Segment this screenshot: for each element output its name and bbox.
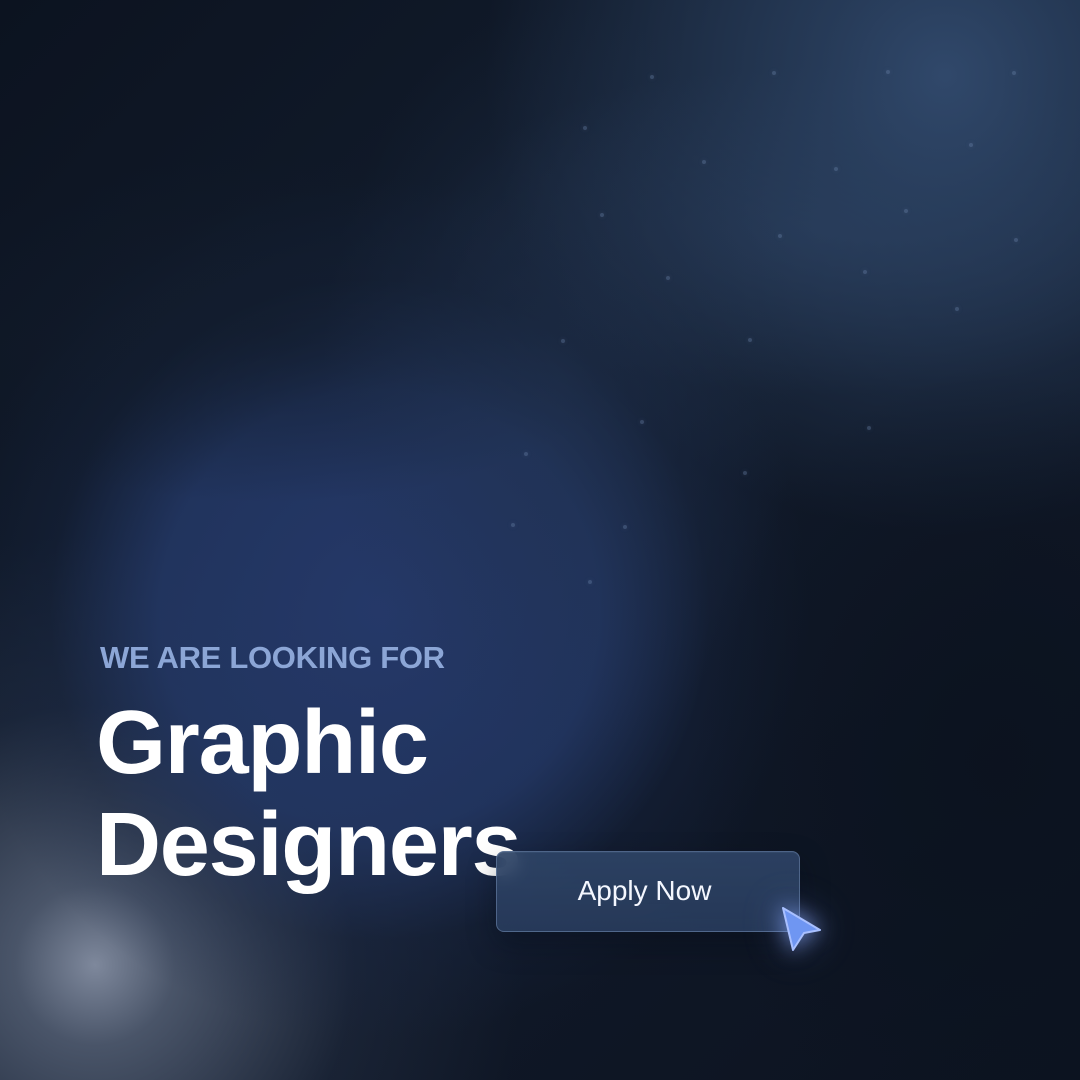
background-sparkle — [583, 126, 587, 130]
background-sparkle — [1012, 71, 1016, 75]
background-sparkle — [650, 75, 654, 79]
background-sparkle — [743, 471, 747, 475]
background-sparkle — [955, 307, 959, 311]
background-sparkle — [666, 276, 670, 280]
background-sparkle — [702, 160, 706, 164]
apply-now-button[interactable]: Apply Now — [496, 851, 800, 932]
background-sparkle — [600, 213, 604, 217]
background-sparkle — [969, 143, 973, 147]
background-sparkle — [904, 209, 908, 213]
background-sparkle — [886, 70, 890, 74]
headline-line-1: Graphic — [96, 693, 429, 793]
background-sparkle — [772, 71, 776, 75]
background-sparkle — [511, 523, 515, 527]
eyebrow-text: WE ARE LOOKING FOR — [100, 640, 445, 675]
background-sparkle — [748, 338, 752, 342]
background-sparkle — [778, 234, 782, 238]
background-sparkle — [623, 525, 627, 529]
background-sparkle — [588, 580, 592, 584]
background-sparkle — [1014, 238, 1018, 242]
job-banner: WE ARE LOOKING FOR Graphic Designers App… — [0, 0, 1080, 1080]
background-sparkle — [561, 339, 565, 343]
background-sparkle — [524, 452, 528, 456]
background-sparkle — [867, 426, 871, 430]
background-sparkle — [640, 420, 644, 424]
background-sparkle — [834, 167, 838, 171]
apply-now-label: Apply Now — [577, 874, 712, 906]
background-sparkle — [863, 270, 867, 274]
